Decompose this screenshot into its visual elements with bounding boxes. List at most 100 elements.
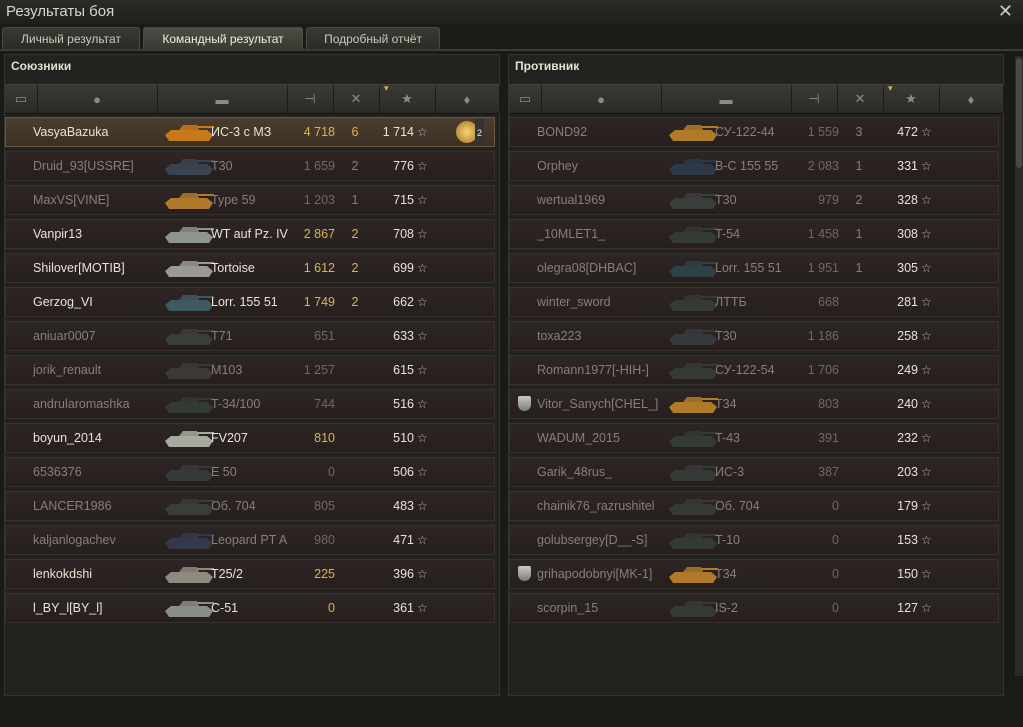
kills-value (341, 322, 369, 350)
player-name[interactable]: scorpin_15 (537, 594, 672, 622)
table-row[interactable]: wertual1969 T30 979 2 328 ☆ (509, 185, 999, 215)
table-row[interactable]: 6536376 E 50 0 506 ☆ (5, 457, 495, 487)
tab-personal-result[interactable]: Личный результат (2, 27, 140, 49)
vehicle-name: Lorr. 155 51 (211, 295, 278, 309)
tank-icon (165, 397, 214, 413)
star-icon: ☆ (921, 295, 932, 309)
player-name[interactable]: winter_sword (537, 288, 672, 316)
table-row[interactable]: aniuar0007 T71 651 633 ☆ (5, 321, 495, 351)
table-row[interactable]: Romann1977[-HIH-] СУ-122-54 1 706 249 ☆ (509, 355, 999, 385)
tab-team-result[interactable]: Командный результат (143, 27, 303, 49)
damage-icon[interactable]: ⊣ (287, 85, 334, 113)
scrollbar[interactable] (1015, 56, 1023, 676)
table-row[interactable]: LANCER1986 Об. 704 805 483 ☆ (5, 491, 495, 521)
table-row[interactable]: chainik76_razrushitel Об. 704 0 179 ☆ (509, 491, 999, 521)
vehicle-icon-cell (663, 458, 721, 486)
table-row[interactable]: toxa223 T30 1 186 258 ☆ (509, 321, 999, 351)
player-name[interactable]: MaxVS[VINE] (33, 186, 168, 214)
vehicle-name: Об. 704 (715, 499, 760, 513)
xp-star-icon[interactable]: ★ ▾ (883, 83, 940, 113)
star-icon: ☆ (417, 193, 428, 207)
tank-icon[interactable]: ▬ (661, 85, 792, 113)
table-row[interactable]: WADUM_2015 T-43 391 232 ☆ (509, 423, 999, 453)
table-row[interactable]: grihapodobnyi[MK-1] T34 0 150 ☆ (509, 559, 999, 589)
player-name[interactable]: chainik76_razrushitel (537, 492, 672, 520)
table-row[interactable]: Vitor_Sanych[CHEL_] T34 803 240 ☆ (509, 389, 999, 419)
player-name[interactable]: LANCER1986 (33, 492, 168, 520)
table-row[interactable]: MaxVS[VINE] Type 59 1 203 1 715 ☆ (5, 185, 495, 215)
scrollbar-thumb[interactable] (1016, 58, 1022, 168)
table-row[interactable]: golubsergey[D__-S] T-10 0 153 ☆ (509, 525, 999, 555)
player-name[interactable]: 6536376 (33, 458, 168, 486)
player-name[interactable]: grihapodobnyi[MK-1] (537, 560, 672, 588)
player-name[interactable]: olegra08[DHBAC] (537, 254, 672, 282)
close-icon[interactable]: ✕ (998, 1, 1013, 22)
medal-icon[interactable]: 2 (456, 119, 484, 146)
player-name[interactable]: Shilover[MOTIB] (33, 254, 168, 282)
medal-icon[interactable]: ♦ (435, 85, 500, 113)
player-name[interactable]: WADUM_2015 (537, 424, 672, 452)
damage-icon[interactable]: ⊣ (791, 85, 838, 113)
player-name[interactable]: Garik_48rus_ (537, 458, 672, 486)
kills-icon[interactable]: ✕ (837, 85, 884, 113)
table-row[interactable]: Garik_48rus_ ИС-3 387 203 ☆ (509, 457, 999, 487)
kills-value (341, 492, 369, 520)
clan-icon[interactable]: ▭ (5, 85, 38, 113)
table-row[interactable]: jorik_renault M103 1 257 615 ☆ (5, 355, 495, 385)
table-row[interactable]: lenkokdshi T25/2 225 396 ☆ (5, 559, 495, 589)
table-row[interactable]: olegra08[DHBAC] Lorr. 155 51 1 951 1 305 ☆ (509, 253, 999, 283)
player-name[interactable]: golubsergey[D__-S] (537, 526, 672, 554)
clan-icon[interactable]: ▭ (509, 85, 542, 113)
tank-icon[interactable]: ▬ (157, 85, 288, 113)
table-row[interactable]: _10MLET1_ T-54 1 458 1 308 ☆ (509, 219, 999, 249)
player-name[interactable]: kaljanlogachev (33, 526, 168, 554)
player-name[interactable]: aniuar0007 (33, 322, 168, 350)
player-name[interactable]: Orphey (537, 152, 672, 180)
kills-value: 1 (855, 261, 863, 275)
tab-detailed-report[interactable]: Подробный отчёт (306, 27, 440, 49)
vehicle-name: E 50 (211, 465, 237, 479)
table-row[interactable]: andrularomashka T-34/100 744 516 ☆ (5, 389, 495, 419)
player-name[interactable]: Gerzog_VI (33, 288, 168, 316)
player-icon[interactable]: ● (37, 85, 158, 113)
player-name[interactable]: lenkokdshi (33, 560, 168, 588)
player-name[interactable]: andrularomashka (33, 390, 168, 418)
player-name[interactable]: wertual1969 (537, 186, 672, 214)
player-name[interactable]: Vitor_Sanych[CHEL_] (537, 390, 672, 418)
table-row[interactable]: boyun_2014 FV207 810 510 ☆ (5, 423, 495, 453)
vehicle-icon-cell (159, 560, 217, 588)
table-row[interactable]: VasyaBazuka ИС-3 с МЗ 4 718 6 1 714 ☆ 2 (5, 117, 495, 147)
table-row[interactable]: Shilover[MOTIB] Tortoise 1 612 2 699 ☆ (5, 253, 495, 283)
player-name[interactable]: Romann1977[-HIH-] (537, 356, 672, 384)
player-name[interactable]: VasyaBazuka (33, 118, 168, 146)
player-name[interactable]: BOND92 (537, 118, 672, 146)
vehicle-name: ИС-3 (715, 465, 745, 479)
star-icon: ☆ (921, 227, 932, 241)
player-name[interactable]: boyun_2014 (33, 424, 168, 452)
kills-icon[interactable]: ✕ (333, 85, 380, 113)
vehicle-name: СУ-122-44 (715, 125, 775, 139)
player-name[interactable]: jorik_renault (33, 356, 168, 384)
player-name[interactable]: toxa223 (537, 322, 672, 350)
kills-value: 3 (855, 125, 863, 139)
table-row[interactable]: Gerzog_VI Lorr. 155 51 1 749 2 662 ☆ (5, 287, 495, 317)
medal-icon[interactable]: ♦ (939, 85, 1004, 113)
table-row[interactable]: Orphey B-C 155 55 2 083 1 331 ☆ (509, 151, 999, 181)
star-icon: ☆ (921, 499, 932, 513)
xp-value: 615 (393, 363, 414, 377)
table-row[interactable]: l_BY_l[BY_l] С-51 0 361 ☆ (5, 593, 495, 623)
player-name[interactable]: Vanpir13 (33, 220, 168, 248)
table-row[interactable]: BOND92 СУ-122-44 1 559 3 472 ☆ (509, 117, 999, 147)
table-row[interactable]: Druid_93[USSRE] T30 1 659 2 776 ☆ (5, 151, 495, 181)
player-name[interactable]: l_BY_l[BY_l] (33, 594, 168, 622)
player-name[interactable]: _10MLET1_ (537, 220, 672, 248)
table-row[interactable]: scorpin_15 IS-2 0 127 ☆ (509, 593, 999, 623)
table-row[interactable]: Vanpir13 WT auf Pz. IV 2 867 2 708 ☆ (5, 219, 495, 249)
player-name[interactable]: Druid_93[USSRE] (33, 152, 168, 180)
star-icon: ☆ (417, 533, 428, 547)
player-icon[interactable]: ● (541, 85, 662, 113)
table-row[interactable]: winter_sword ЛТТБ 668 281 ☆ (509, 287, 999, 317)
damage-value: 979 (818, 193, 839, 207)
xp-star-icon[interactable]: ★ ▾ (379, 83, 436, 113)
table-row[interactable]: kaljanlogachev Leopard PT A 980 471 ☆ (5, 525, 495, 555)
